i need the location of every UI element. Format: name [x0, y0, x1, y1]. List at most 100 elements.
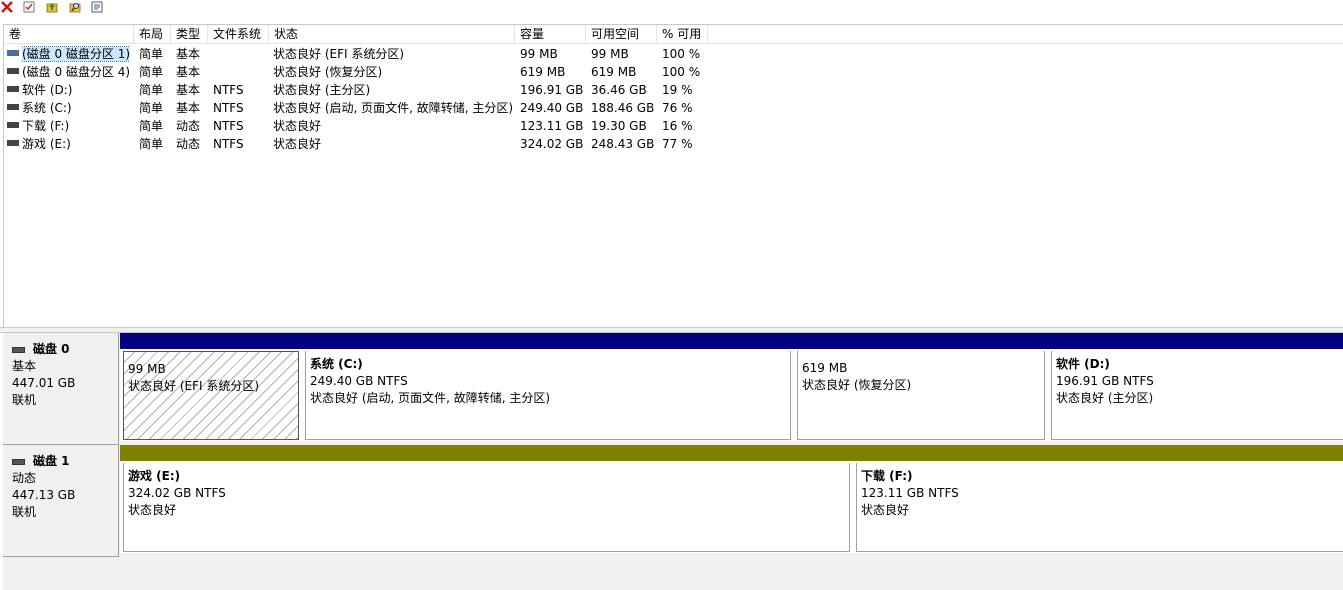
partition-bar — [302, 333, 794, 349]
partition-body: 系统 (C:) 249.40 GB NTFS 状态良好 (启动, 页面文件, 故… — [305, 351, 791, 440]
cell-fs: NTFS — [213, 119, 244, 133]
volume-row[interactable]: 系统 (C:) 简单 基本 NTFS 状态良好 (启动, 页面文件, 故障转储, 主分区… — [4, 99, 710, 117]
volume-row[interactable]: 软件 (D:) 简单 基本 NTFS 状态良好 (主分区) 196.91 GB 36.46 … — [4, 81, 710, 99]
column-header-percent-free[interactable]: % 可用 — [657, 25, 708, 44]
cell-capacity: 249.40 GB — [520, 101, 584, 115]
cell-type: 动态 — [176, 137, 201, 151]
cell-free: 19.30 GB — [591, 119, 647, 133]
cell-type: 基本 — [176, 47, 201, 61]
column-header-free-space[interactable]: 可用空间 — [586, 25, 657, 44]
partition-name: 软件 (D:) — [1056, 357, 1110, 371]
volume-list[interactable]: 卷 布局 类型 文件系统 状态 容量 可用空间 % 可用 (磁盘 0 磁盘分区 … — [3, 24, 1343, 327]
partition-body: 99 MB 状态良好 (EFI 系统分区) — [123, 351, 299, 440]
cell-free: 619 MB — [591, 65, 637, 79]
column-header-type[interactable]: 类型 — [171, 25, 208, 44]
disk-map: 磁盘 0 基本 447.01 GB 联机 99 MB 状态良好 (EFI 系统分… — [3, 333, 1343, 590]
partition-body: 游戏 (E:) 324.02 GB NTFS 状态良好 — [123, 463, 850, 552]
up-folder-icon[interactable] — [45, 0, 59, 14]
disk-1-kind: 动态 — [12, 471, 37, 485]
column-header-capacity[interactable]: 容量 — [515, 25, 586, 44]
cell-pct: 100 % — [662, 65, 701, 79]
column-header-filesystem[interactable]: 文件系统 — [208, 25, 269, 44]
partition-recovery[interactable]: 619 MB 状态良好 (恢复分区) — [794, 333, 1048, 441]
cell-status: 状态良好 (主分区) — [273, 83, 371, 97]
partition-c[interactable]: 系统 (C:) 249.40 GB NTFS 状态良好 (启动, 页面文件, 故… — [302, 333, 794, 441]
cell-fs: NTFS — [213, 137, 244, 151]
partition-size: 123.11 GB NTFS — [861, 486, 959, 500]
partition-size: 619 MB — [802, 361, 848, 375]
partition-body: 619 MB 状态良好 (恢复分区) — [797, 351, 1045, 440]
partition-size: 196.91 GB NTFS — [1056, 374, 1154, 388]
partition-f[interactable]: 下载 (F:) 123.11 GB NTFS 状态良好 — [853, 445, 1343, 553]
column-header-volume[interactable]: 卷 — [4, 25, 134, 44]
partition-status: 状态良好 (恢复分区) — [802, 378, 912, 392]
cell-free: 36.46 GB — [591, 83, 647, 97]
volume-name: 软件 (D:) — [22, 83, 73, 97]
partition-size: 324.02 GB NTFS — [128, 486, 226, 500]
disk-1-size: 447.13 GB — [12, 488, 76, 502]
volume-name-cell: 软件 (D:) — [22, 81, 72, 99]
volume-row[interactable]: (磁盘 0 磁盘分区 1) 简单 基本 状态良好 (EFI 系统分区) 99 MB 99 … — [4, 45, 710, 63]
volume-name-cell: 系统 (C:) — [22, 99, 72, 117]
volume-icon — [7, 86, 19, 92]
volume-icon — [7, 104, 19, 110]
volume-icon — [7, 140, 19, 146]
disk-1-info[interactable]: 磁盘 1 动态 447.13 GB 联机 — [3, 445, 119, 557]
disk-icon — [12, 458, 25, 465]
cell-type: 基本 — [176, 101, 201, 115]
toolbar — [0, 0, 1343, 16]
disk-1-title-line: 磁盘 1 — [12, 453, 118, 470]
cell-layout: 简单 — [139, 101, 164, 115]
disk-row-0: 磁盘 0 基本 447.01 GB 联机 99 MB 状态良好 (EFI 系统分… — [3, 333, 1343, 445]
disk-1-title: 磁盘 1 — [33, 454, 70, 468]
partition-name: 系统 (C:) — [310, 357, 363, 371]
partition-bar — [120, 333, 302, 349]
cell-capacity: 99 MB — [520, 47, 558, 61]
cell-pct: 77 % — [662, 137, 693, 151]
volume-name: 下载 (F:) — [22, 119, 70, 133]
volume-name: (磁盘 0 磁盘分区 4) — [22, 65, 131, 79]
cell-capacity: 123.11 GB — [520, 119, 584, 133]
cell-pct: 76 % — [662, 101, 693, 115]
partition-status: 状态良好 (主分区) — [1056, 391, 1154, 405]
cell-type: 动态 — [176, 119, 201, 133]
cell-free: 99 MB — [591, 47, 629, 61]
volume-name: 系统 (C:) — [22, 101, 72, 115]
disk-icon — [12, 346, 25, 353]
partition-status: 状态良好 — [128, 503, 177, 517]
disk-1-state: 联机 — [12, 505, 37, 519]
partition-bar — [853, 445, 1343, 461]
disk-0-kind: 基本 — [12, 359, 37, 373]
delete-icon[interactable] — [0, 0, 14, 14]
volume-row[interactable]: (磁盘 0 磁盘分区 4) 简单 基本 状态良好 (恢复分区) 619 MB 619 MB… — [4, 63, 710, 81]
cell-status: 状态良好 — [273, 137, 322, 151]
volume-name: (磁盘 0 磁盘分区 1) — [22, 46, 131, 62]
cell-layout: 简单 — [139, 83, 164, 97]
disk-0-title: 磁盘 0 — [33, 342, 70, 356]
disk-0-title-line: 磁盘 0 — [12, 341, 118, 358]
search-icon[interactable] — [68, 0, 82, 14]
partition-body: 软件 (D:) 196.91 GB NTFS 状态良好 (主分区) — [1051, 351, 1343, 440]
cell-pct: 19 % — [662, 83, 693, 97]
check-icon[interactable] — [22, 0, 36, 14]
properties-icon[interactable] — [90, 0, 104, 14]
cell-fs: NTFS — [213, 83, 244, 97]
partition-status: 状态良好 (启动, 页面文件, 故障转储, 主分区) — [310, 391, 551, 405]
volume-name-cell: (磁盘 0 磁盘分区 1) — [22, 45, 131, 63]
partition-d[interactable]: 软件 (D:) 196.91 GB NTFS 状态良好 (主分区) — [1048, 333, 1343, 441]
partition-name: 游戏 (E:) — [128, 469, 181, 483]
cell-status: 状态良好 — [273, 119, 322, 133]
cell-status: 状态良好 (EFI 系统分区) — [273, 47, 405, 61]
cell-fs: NTFS — [213, 101, 244, 115]
disk-0-info[interactable]: 磁盘 0 基本 447.01 GB 联机 — [3, 333, 119, 445]
column-header-status[interactable]: 状态 — [269, 25, 515, 44]
cell-type: 基本 — [176, 83, 201, 97]
column-header-layout[interactable]: 布局 — [134, 25, 171, 44]
cell-layout: 简单 — [139, 65, 164, 79]
volume-row[interactable]: 下载 (F:) 简单 动态 NTFS 状态良好 123.11 GB 19.30 GB 16 % — [4, 117, 710, 135]
cell-free: 248.43 GB — [591, 137, 655, 151]
partition-e[interactable]: 游戏 (E:) 324.02 GB NTFS 状态良好 — [120, 445, 853, 553]
volume-icon — [7, 122, 19, 128]
partition-efi[interactable]: 99 MB 状态良好 (EFI 系统分区) — [120, 333, 302, 441]
volume-row[interactable]: 游戏 (E:) 简单 动态 NTFS 状态良好 324.02 GB 248.43 GB 77 … — [4, 135, 710, 153]
